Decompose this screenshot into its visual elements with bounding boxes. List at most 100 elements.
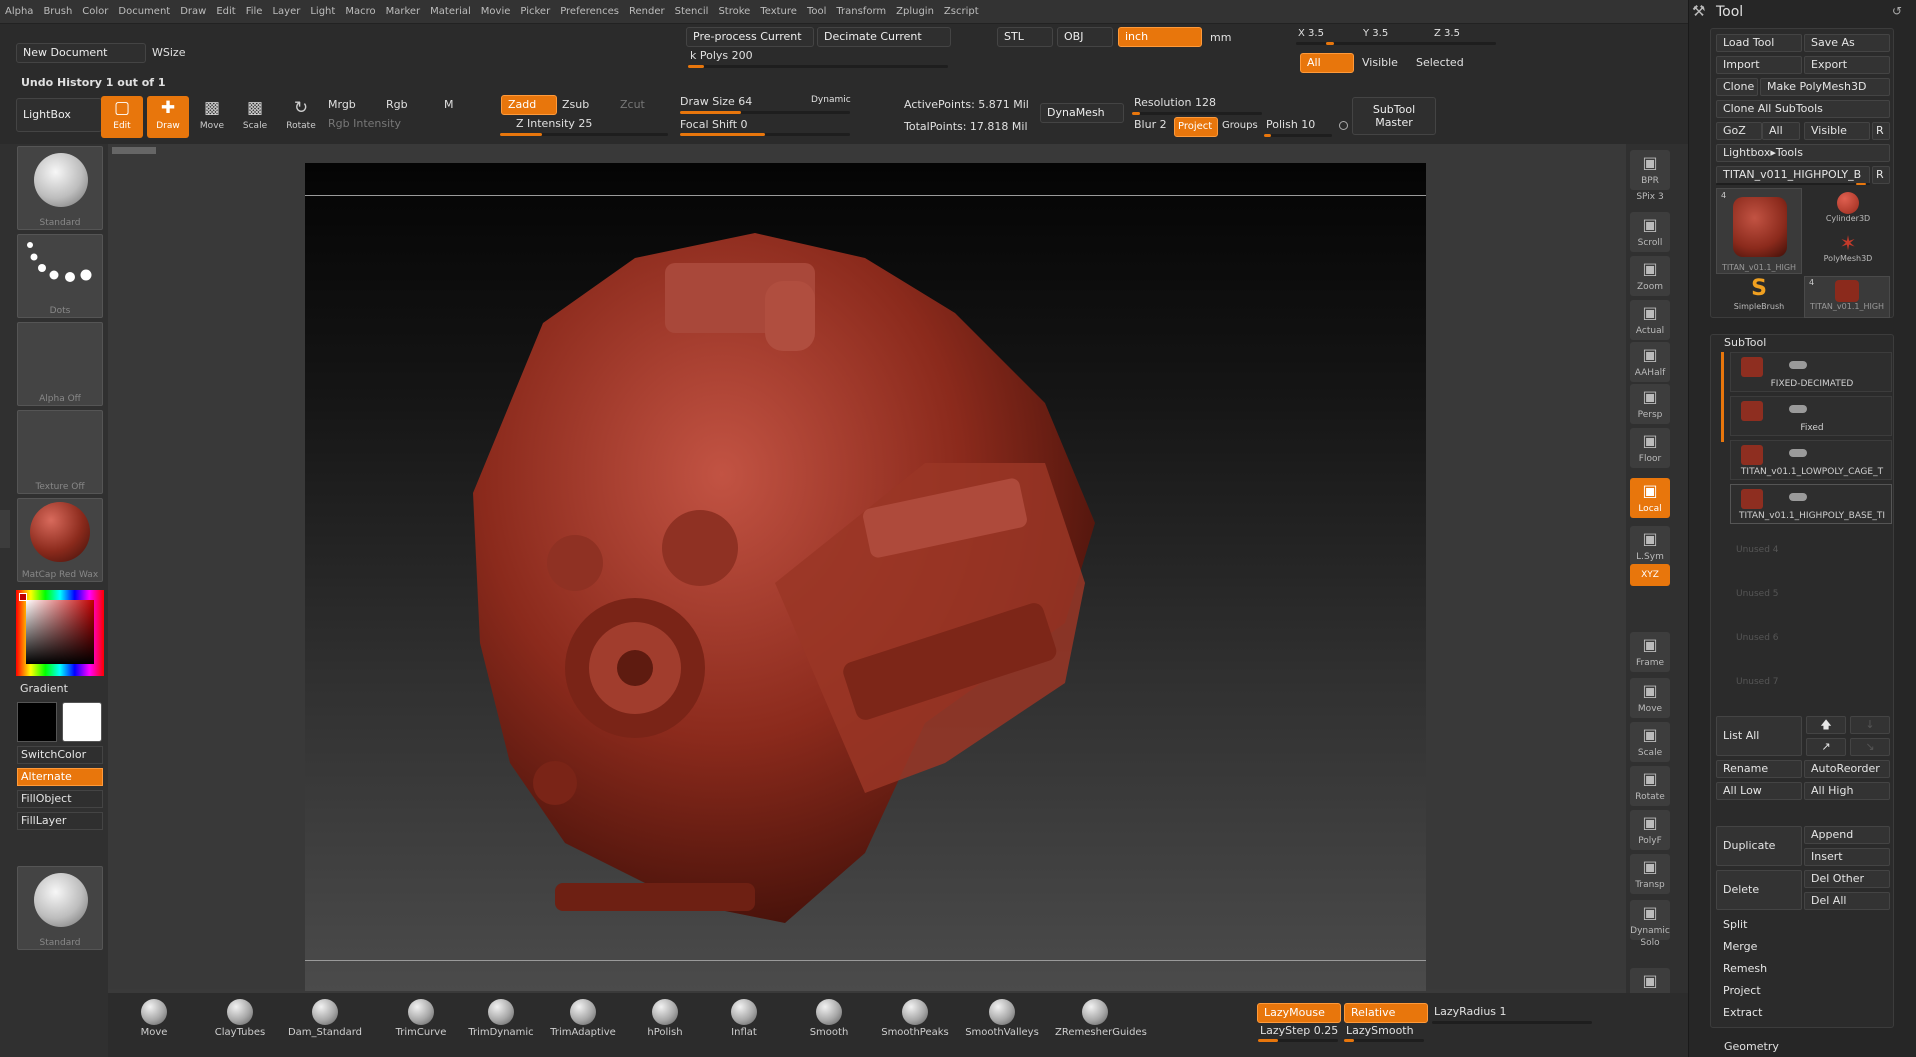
menu-item-material[interactable]: Material [425,0,476,24]
shelf-zoom-button[interactable]: ▣ Zoom [1630,256,1670,296]
main-color-swatch[interactable] [62,702,102,742]
menu-item-transform[interactable]: Transform [831,0,891,24]
focal-shift-track[interactable] [680,133,850,136]
unit-inch-button[interactable]: inch [1118,27,1202,47]
lazy-mouse-toggle[interactable]: LazyMouse [1257,1003,1341,1023]
lazy-radius-slider[interactable]: LazyRadius 1 [1434,1005,1507,1018]
menu-item-brush[interactable]: Brush [38,0,77,24]
menu-item-file[interactable]: File [241,0,268,24]
menu-item-zplugin[interactable]: Zplugin [891,0,939,24]
lightbox-button[interactable]: LightBox [16,98,102,132]
load-tool-button[interactable]: Load Tool [1716,34,1802,52]
z-intensity-track[interactable] [500,133,668,136]
visibility-toggle-icon[interactable] [1789,405,1807,413]
canvas-scroll-handle[interactable] [112,147,156,154]
menu-item-light[interactable]: Light [305,0,340,24]
polish-mode-icon[interactable] [1339,121,1348,130]
subtool-row-lowpoly-cage[interactable]: TITAN_v01.1_LOWPOLY_CAGE_T [1730,440,1892,480]
goz-r-button[interactable]: R [1872,122,1890,140]
brush-thumbnail[interactable]: Standard [17,146,103,230]
zsub-button[interactable]: Zsub [562,98,589,111]
menu-item-stroke[interactable]: Stroke [713,0,755,24]
secondary-brush-thumbnail[interactable]: Standard [17,866,103,950]
goz-visible-button[interactable]: Visible [1804,122,1870,140]
shelf-spix-3-button[interactable]: ▣SPix 3 [1630,186,1670,208]
color-marker-icon[interactable] [19,593,27,601]
menu-item-marker[interactable]: Marker [381,0,426,24]
subtool-row-fixed-decimated[interactable]: FIXED-DECIMATED [1730,352,1892,392]
shelf-polyf-button[interactable]: ▣ PolyF [1630,810,1670,850]
shelf-bpr-button[interactable]: ▣ BPR [1630,150,1670,190]
project-menu[interactable]: Project [1716,982,1890,1000]
clone-button[interactable]: Clone [1716,78,1758,96]
brush-dam-standard[interactable]: Dam_Standard [285,999,365,1038]
engine-model[interactable] [305,163,1426,991]
dynamic-toggle[interactable]: Dynamic [811,95,851,105]
subtool-scrollbar[interactable] [1721,352,1724,442]
move-down-arrow-icon[interactable]: ↓ [1850,716,1890,734]
del-other-button[interactable]: Del Other [1804,870,1890,888]
shelf-local-button[interactable]: ▣ Local [1630,478,1670,518]
subtool-master-button[interactable]: SubTool Master [1352,97,1436,135]
make-polymesh-button[interactable]: Make PolyMesh3D [1760,78,1890,96]
menu-item-tool[interactable]: Tool [802,0,831,24]
menu-item-document[interactable]: Document [113,0,175,24]
mrgb-button[interactable]: Mrgb [328,98,356,111]
zadd-button[interactable]: Zadd [501,95,557,115]
relative-toggle[interactable]: Relative [1344,1003,1428,1023]
stl-button[interactable]: STL [997,27,1053,47]
fill-object-button[interactable]: FillObject [17,790,103,808]
visibility-toggle-icon[interactable] [1789,493,1807,501]
menu-item-zscript[interactable]: Zscript [939,0,984,24]
del-all-button[interactable]: Del All [1804,892,1890,910]
goz-all-button[interactable]: All [1762,122,1800,140]
all-high-button[interactable]: All High [1804,782,1890,800]
subtool-title[interactable]: SubTool [1724,336,1766,349]
all-low-button[interactable]: All Low [1716,782,1802,800]
subtool-row-fixed[interactable]: Fixed [1730,396,1892,436]
preprocess-current-button[interactable]: Pre-process Current [686,27,814,47]
geometry-section-header[interactable]: Geometry [1724,1040,1779,1053]
texture-thumbnail[interactable]: Texture Off [17,410,103,494]
gradient-label[interactable]: Gradient [20,682,68,695]
goz-button[interactable]: GoZ [1716,122,1762,140]
scale-mode-button[interactable]: ▩ Scale [234,96,276,138]
move-up-right-arrow-icon[interactable]: ↗ [1806,738,1846,756]
switch-color-button[interactable]: SwitchColor [17,746,103,764]
menu-item-layer[interactable]: Layer [267,0,305,24]
move-up-arrow-icon[interactable]: 🡅 [1806,716,1846,734]
color-saturation-square[interactable] [26,600,94,664]
brush-trimadaptive[interactable]: TrimAdaptive [543,999,623,1038]
shelf-solo-button[interactable]: ▣Solo [1630,932,1670,954]
brush-hpolish[interactable]: hPolish [625,999,705,1038]
export-selected-button[interactable]: Selected [1416,56,1464,69]
tool-thumb-cylinder[interactable]: Cylinder3D [1806,188,1890,230]
shelf-move-button[interactable]: ▣ Move [1630,678,1670,718]
list-all-button[interactable]: List All [1716,716,1802,756]
tool-thumb-simplebrush[interactable]: S SimpleBrush [1716,276,1802,318]
shelf-scale-button[interactable]: ▣ Scale [1630,722,1670,762]
visibility-toggle-icon[interactable] [1789,361,1807,369]
y-size-slider[interactable]: Y 3.5 [1363,28,1388,39]
clone-all-subtools-button[interactable]: Clone All SubTools [1716,100,1890,118]
new-document-button[interactable]: New Document [16,43,146,63]
current-tool-track[interactable] [1716,183,1870,185]
k-polys-track[interactable] [688,65,948,68]
brush-move[interactable]: Move [114,999,194,1038]
polish-track[interactable] [1264,134,1332,137]
export-visible-button[interactable]: Visible [1362,56,1398,69]
menu-item-stencil[interactable]: Stencil [670,0,714,24]
menu-item-draw[interactable]: Draw [175,0,211,24]
menu-item-render[interactable]: Render [624,0,670,24]
brush-smoothpeaks[interactable]: SmoothPeaks [875,999,955,1038]
unit-mm-button[interactable]: mm [1210,31,1231,44]
material-thumbnail[interactable]: MatCap Red Wax [17,498,103,582]
current-tool-slider[interactable]: TITAN_v011_HIGHPOLY_B [1716,166,1870,184]
extract-menu[interactable]: Extract [1716,1004,1890,1022]
brush-zremesherguides[interactable]: ZRemesherGuides [1055,999,1147,1038]
draw-size-track[interactable] [680,111,850,114]
tool-thumb-polymesh[interactable]: ✶ PolyMesh3D [1806,232,1890,274]
fill-layer-button[interactable]: FillLayer [17,812,103,830]
delete-button[interactable]: Delete [1716,870,1802,910]
draw-mode-button[interactable]: ✚ Draw [147,96,189,138]
